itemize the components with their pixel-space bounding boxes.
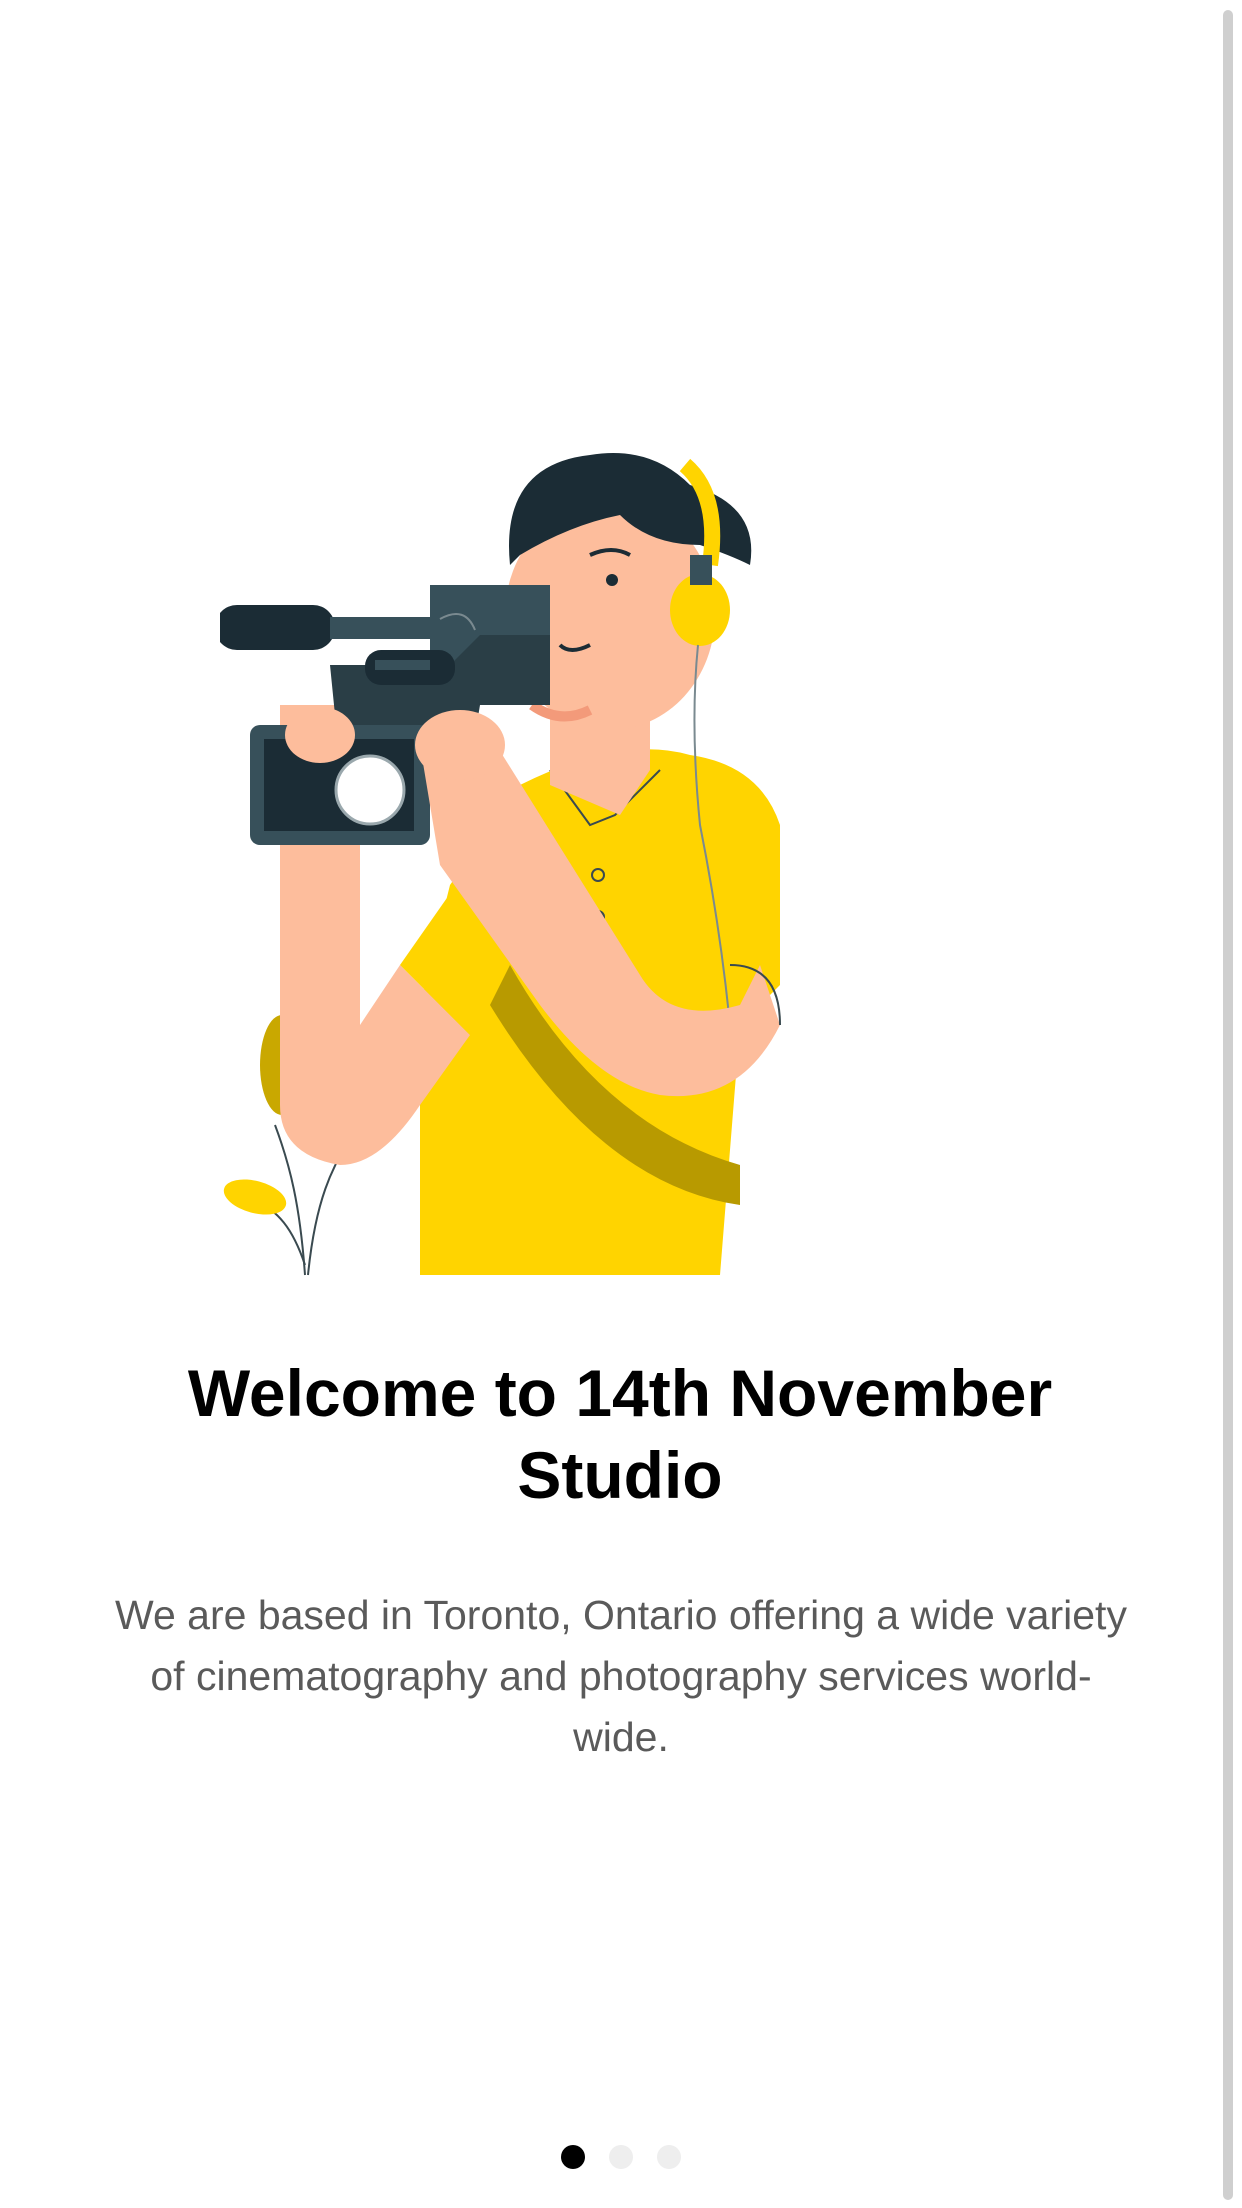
page-description: We are based in Toronto, Ontario offerin…	[115, 1592, 1127, 1760]
onboarding-screen: Welcome to 14th November Studio We are b…	[0, 0, 1242, 2208]
scrollbar[interactable]	[1223, 10, 1233, 2200]
page-indicator-dot-2[interactable]	[609, 2145, 633, 2169]
page-indicator-dot-3[interactable]	[657, 2145, 681, 2169]
page-title: Welcome to 14th November Studio	[187, 1356, 1053, 1512]
page-indicator	[0, 2145, 1242, 2169]
page-indicator-dot-1[interactable]	[561, 2145, 585, 2169]
cameraman-illustration	[220, 405, 1000, 1285]
